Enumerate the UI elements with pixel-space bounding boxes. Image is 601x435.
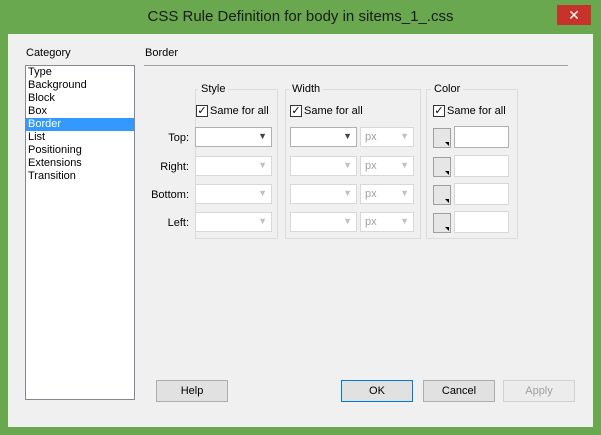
category-item-block[interactable]: Block: [26, 92, 134, 105]
left-color-swatch[interactable]: [433, 213, 451, 233]
row-label-right: Right:: [160, 161, 189, 173]
category-item-extensions[interactable]: Extensions: [26, 157, 134, 170]
apply-button[interactable]: Apply: [503, 380, 575, 402]
unit-value: px: [365, 160, 377, 172]
category-item-box[interactable]: Box: [26, 105, 134, 118]
left-width-select[interactable]: ▼: [290, 212, 357, 232]
left-width-unit-select[interactable]: px ▼: [360, 212, 414, 232]
title-bar[interactable]: CSS Rule Definition for body in sitems_1…: [0, 0, 601, 34]
chevron-down-icon: ▼: [400, 188, 409, 198]
chevron-down-icon: ▼: [343, 216, 352, 226]
left-style-select[interactable]: ▼: [195, 212, 272, 232]
chevron-down-icon: ▼: [400, 160, 409, 170]
width-same-for-all-checkbox[interactable]: ✓: [290, 105, 302, 117]
style-same-for-all-checkbox[interactable]: ✓: [196, 105, 208, 117]
top-color-input[interactable]: [454, 126, 509, 148]
top-width-select[interactable]: ▼: [290, 127, 357, 147]
bottom-style-select[interactable]: ▼: [195, 184, 272, 204]
left-color-input[interactable]: [454, 211, 509, 233]
row-label-bottom: Bottom:: [151, 189, 189, 201]
dialog-client: Category Type Background Block Box Borde…: [8, 34, 593, 427]
right-color-input[interactable]: [454, 155, 509, 177]
chevron-down-icon: ▼: [343, 160, 352, 170]
bottom-color-input[interactable]: [454, 183, 509, 205]
swatch-arrow-icon: [445, 142, 449, 146]
color-same-for-all-checkbox[interactable]: ✓: [433, 105, 445, 117]
category-label: Category: [26, 47, 71, 59]
dialog-window: CSS Rule Definition for body in sitems_1…: [0, 0, 601, 435]
close-button[interactable]: ✕: [557, 5, 591, 25]
top-width-unit-select[interactable]: px ▼: [360, 127, 414, 147]
unit-value: px: [365, 216, 377, 228]
window-title: CSS Rule Definition for body in sitems_1…: [147, 8, 454, 25]
cancel-button[interactable]: Cancel: [423, 380, 495, 402]
close-icon: ✕: [568, 7, 580, 23]
ok-button[interactable]: OK: [341, 380, 413, 402]
row-label-left: Left:: [167, 217, 189, 229]
chevron-down-icon: ▼: [400, 131, 409, 141]
chevron-down-icon: ▼: [343, 131, 352, 141]
category-item-transition[interactable]: Transition: [26, 170, 134, 183]
chevron-down-icon: ▼: [258, 131, 267, 141]
swatch-arrow-icon: [445, 199, 449, 203]
chevron-down-icon: ▼: [400, 216, 409, 226]
section-title: Border: [145, 47, 179, 59]
category-list[interactable]: Type Background Block Box Border List Po…: [25, 65, 135, 400]
chevron-down-icon: ▼: [258, 160, 267, 170]
color-group-label: Color: [431, 83, 464, 95]
chevron-down-icon: ▼: [258, 216, 267, 226]
top-style-select[interactable]: ▼: [195, 127, 272, 147]
top-color-swatch[interactable]: [433, 128, 451, 148]
style-same-for-all-label: Same for all: [210, 105, 269, 117]
category-item-type[interactable]: Type: [26, 66, 134, 79]
swatch-arrow-icon: [445, 171, 449, 175]
right-width-select[interactable]: ▼: [290, 156, 357, 176]
bottom-width-select[interactable]: ▼: [290, 184, 357, 204]
chevron-down-icon: ▼: [258, 188, 267, 198]
category-item-positioning[interactable]: Positioning: [26, 144, 134, 157]
right-style-select[interactable]: ▼: [195, 156, 272, 176]
right-width-unit-select[interactable]: px ▼: [360, 156, 414, 176]
color-same-for-all-label: Same for all: [447, 105, 506, 117]
help-button[interactable]: Help: [156, 380, 228, 402]
right-color-swatch[interactable]: [433, 157, 451, 177]
section-divider: [144, 65, 568, 66]
unit-value: px: [365, 188, 377, 200]
category-item-border[interactable]: Border: [26, 118, 134, 131]
bottom-color-swatch[interactable]: [433, 185, 451, 205]
category-item-background[interactable]: Background: [26, 79, 134, 92]
style-group-label: Style: [198, 83, 229, 95]
row-label-top: Top:: [168, 132, 189, 144]
width-group-label: Width: [289, 83, 324, 95]
chevron-down-icon: ▼: [343, 188, 352, 198]
unit-value: px: [365, 131, 377, 143]
width-same-for-all-label: Same for all: [304, 105, 363, 117]
category-item-list[interactable]: List: [26, 131, 134, 144]
swatch-arrow-icon: [445, 227, 449, 231]
bottom-width-unit-select[interactable]: px ▼: [360, 184, 414, 204]
